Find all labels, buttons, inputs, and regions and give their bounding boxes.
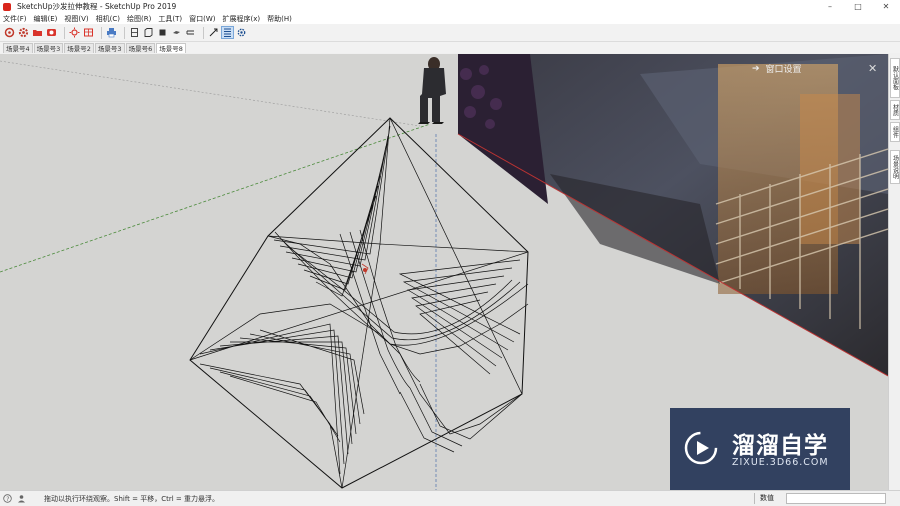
menu-file[interactable]: 文件(F) [3, 14, 27, 24]
scene-tabs-bar: 场景号4 场景号3 场景号2 场景号3 场景号6 场景号8 [0, 42, 900, 53]
toolbar-separator [101, 26, 102, 39]
gear-icon[interactable] [18, 27, 29, 38]
menu-bar: 文件(F) 编辑(E) 视图(V) 相机(C) 绘图(R) 工具(T) 窗口(W… [0, 13, 900, 24]
window-settings-close-button[interactable]: ✕ [868, 62, 877, 75]
toolbar-separator [124, 26, 125, 39]
title-bar: SketchUp沙发拉伸教程 - SketchUp Pro 2019 – □ ✕ [0, 0, 900, 13]
sketchup-logo-icon [3, 2, 11, 11]
watermark-title: 溜溜自学 [732, 433, 828, 459]
menu-draw[interactable]: 绘图(R) [127, 14, 151, 24]
minimize-button[interactable]: – [816, 0, 844, 13]
menu-view[interactable]: 视图(V) [64, 14, 88, 24]
measurement-input[interactable] [786, 493, 886, 504]
tray-tab-components[interactable]: 组件 [890, 122, 900, 142]
menu-help[interactable]: 帮助(H) [267, 14, 292, 24]
window-title: SketchUp沙发拉伸教程 - SketchUp Pro 2019 [17, 2, 177, 11]
play-icon [684, 431, 718, 465]
tray-tab-scenes[interactable]: 场景说明 [890, 150, 900, 184]
arrow-right-icon: ➔ [752, 63, 760, 74]
scene-tab[interactable]: 场景号6 [125, 43, 156, 53]
wireframe-model [189, 117, 529, 489]
tray-panel: 默认面板 材质 组件 场景说明 [888, 54, 900, 490]
axes-icon[interactable] [208, 27, 219, 38]
view-back-icon[interactable] [143, 27, 154, 38]
settings-icon[interactable] [236, 27, 247, 38]
toolbar-separator [64, 26, 65, 39]
window-settings-header[interactable]: ➔ 窗口设置 [752, 62, 802, 76]
watermark-logo: 溜溜自学 ZIXUE.3D66.COM [670, 408, 850, 492]
scene-tab-active[interactable]: 场景号8 [156, 43, 186, 53]
window-controls: – □ ✕ [816, 0, 900, 13]
status-hint: 拖动以执行环绕观察。Shift = 平移，Ctrl = 重力悬浮。 [44, 494, 219, 503]
status-bar: ? 拖动以执行环绕观察。Shift = 平移，Ctrl = 重力悬浮。 数值 [0, 490, 900, 506]
folder-icon[interactable] [32, 27, 43, 38]
maximize-button[interactable]: □ [844, 0, 872, 13]
svg-text:?: ? [6, 496, 9, 503]
human-figure [418, 57, 446, 124]
menu-window[interactable]: 窗口(W) [189, 14, 215, 24]
scene-tab[interactable]: 场景号4 [3, 43, 33, 53]
tray-tab-materials[interactable]: 材质 [890, 100, 900, 120]
toolbar-separator [203, 26, 204, 39]
close-button[interactable]: ✕ [872, 0, 900, 13]
orbit-icon[interactable] [4, 27, 15, 38]
user-icon[interactable] [16, 494, 26, 504]
axis-lines [0, 60, 437, 490]
table-icon[interactable] [83, 27, 94, 38]
info-icon[interactable]: ? [2, 494, 12, 504]
view-front-icon[interactable] [129, 27, 140, 38]
tray-tab-default[interactable]: 默认面板 [890, 58, 900, 98]
watermark-url: ZIXUE.3D66.COM [732, 457, 829, 468]
scene-tab[interactable]: 场景号3 [33, 43, 64, 53]
main-toolbar [0, 24, 900, 42]
print-icon[interactable] [106, 27, 117, 38]
menu-camera[interactable]: 相机(C) [96, 14, 120, 24]
menu-tools[interactable]: 工具(T) [158, 14, 182, 24]
view-top-icon[interactable] [157, 27, 168, 38]
layers-icon[interactable] [221, 26, 234, 39]
scene-tab[interactable]: 场景号2 [64, 43, 94, 53]
menu-extensions[interactable]: 扩展程序(x) [222, 14, 260, 24]
measurement-label: 数值 [754, 493, 786, 504]
scene-tab[interactable]: 场景号3 [94, 43, 125, 53]
view-left-icon[interactable] [171, 27, 182, 38]
camera-icon[interactable] [46, 27, 57, 38]
menu-edit[interactable]: 编辑(E) [34, 14, 58, 24]
window-settings-label: 窗口设置 [765, 65, 802, 75]
background-photo [457, 54, 888, 377]
view-right-icon[interactable] [185, 27, 196, 38]
sun-icon[interactable] [69, 27, 80, 38]
